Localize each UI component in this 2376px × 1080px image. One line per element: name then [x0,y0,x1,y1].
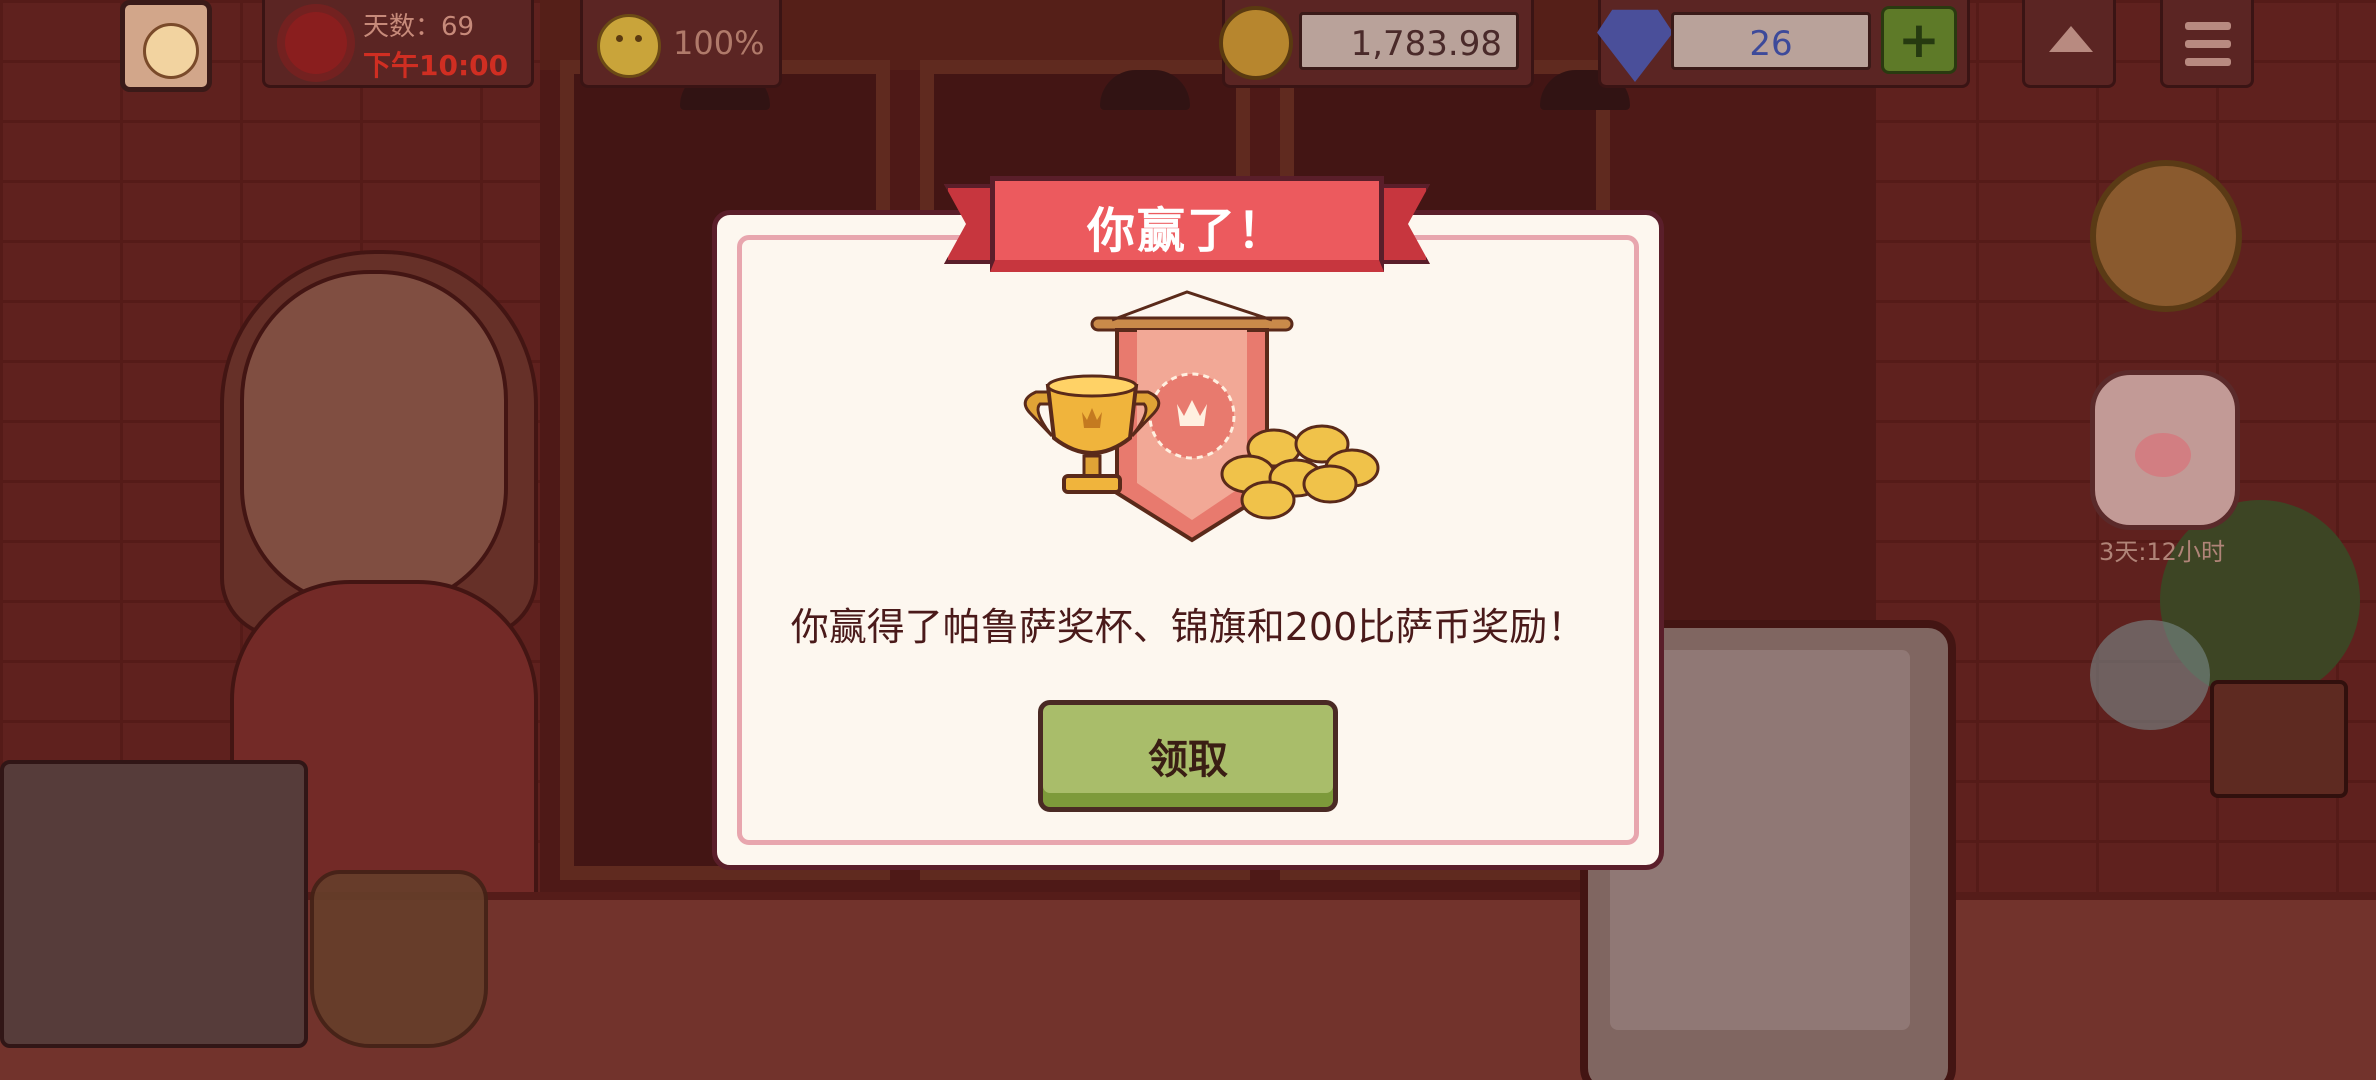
diamond-icon [1597,9,1673,82]
trophy-button[interactable] [2090,160,2242,312]
dialog-title: 你赢了！ [1086,203,1287,259]
title-ribbon: 你赢了！ [944,176,1430,284]
coin-balance: 1,783.98 [1299,12,1519,70]
coin-panel: 1,783.98 [1219,0,1534,88]
smiley-face-icon [597,14,661,78]
player-avatar-button[interactable] [120,0,212,92]
reward-illustration [1023,290,1380,543]
trophy-base [1062,474,1122,494]
day-counter: 天数：69 [363,12,475,42]
ribbon-banner: 你赢了！ [990,176,1384,272]
pennant-string [1111,290,1273,322]
buy-gems-button[interactable]: + [1881,6,1957,74]
paw-icon [2135,433,2191,477]
day-time-panel: 天数：69 下午10:00 [262,0,534,88]
event-timer: 3天:12小时 [2099,538,2225,566]
satisfaction-value: 100% [673,24,765,62]
menu-bar-icon [2185,40,2231,48]
menu-bar-icon [2185,58,2231,66]
coin-icon [1219,6,1293,80]
knife-tool-button[interactable] [2090,620,2210,730]
avatar-face-icon [143,23,199,79]
chevron-up-button[interactable] [2022,0,2116,88]
reward-message: 你赢得了帕鲁萨奖杯、锦旗和200比萨币奖励！ [790,605,1586,649]
claim-button[interactable]: 领取 [1038,700,1338,812]
satisfaction-panel: 100% [580,0,782,88]
claim-button-label: 领取 [1148,737,1228,783]
time-of-day: 下午10:00 [363,49,509,82]
sun-icon [285,12,347,74]
gem-balance: 26 [1671,12,1871,70]
paw-button[interactable] [2090,370,2240,530]
menu-button[interactable] [2160,0,2254,88]
menu-bar-icon [2185,22,2231,30]
trophy-rim [1046,374,1138,398]
gem-panel: 26 + [1597,0,1970,88]
